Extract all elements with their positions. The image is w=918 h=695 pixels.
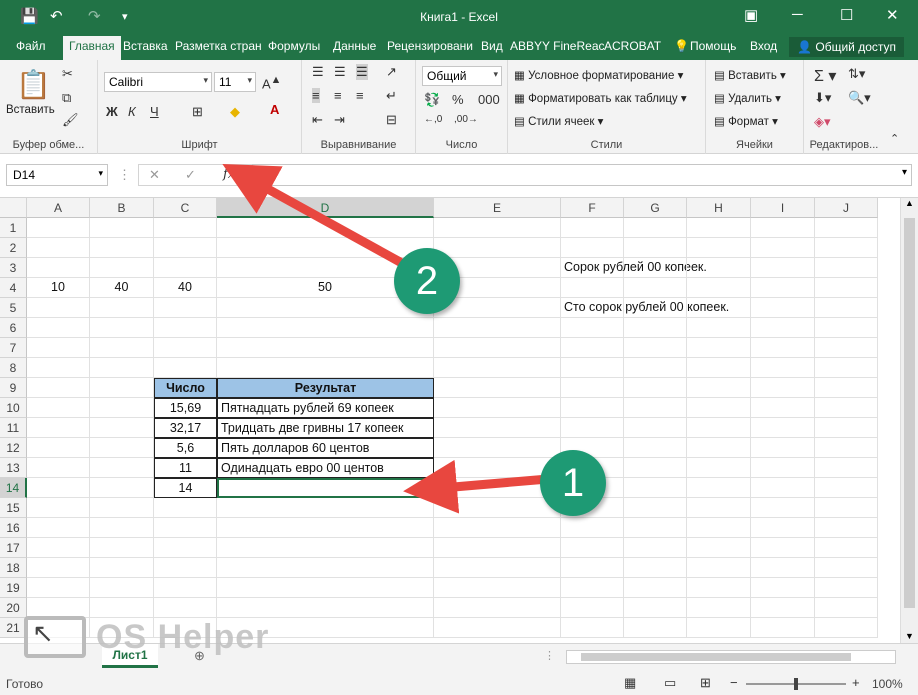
- os-helper-watermark: ↖ OS Helper: [18, 612, 298, 672]
- watermark-text: OS Helper: [96, 618, 270, 656]
- monitor-icon: ↖: [24, 616, 86, 658]
- badge-one: 1: [540, 450, 606, 516]
- badge-two: 2: [394, 248, 460, 314]
- cursor-icon: ↖: [32, 618, 54, 648]
- annotation-overlay: [222, 163, 565, 514]
- arrow-to-fx: [222, 163, 405, 267]
